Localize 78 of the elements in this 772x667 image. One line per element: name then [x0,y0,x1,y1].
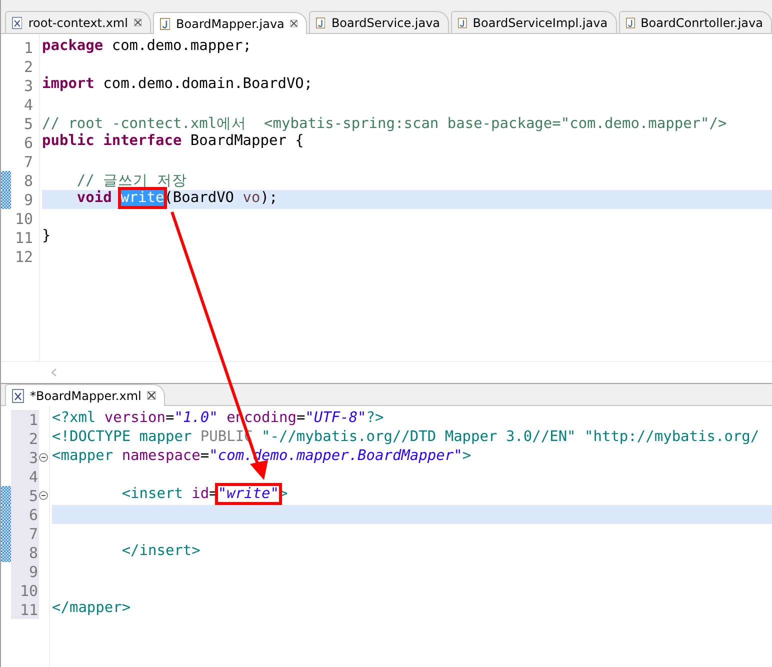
editor-tab[interactable]: BoardService.java [309,11,450,33]
code-text: BoardMapper { [189,133,304,149]
code-text: ); [260,190,278,206]
code-text: ?> [366,410,384,426]
close-icon[interactable] [134,18,142,27]
line-number: 1 [28,410,38,428]
code-text: > [462,448,472,464]
tab-label: root-context.xml [28,16,128,30]
code-text: (BoardVO [164,190,234,206]
editor-tab[interactable]: root-context.xml [5,11,151,33]
tab-label: BoardService.java [331,16,440,30]
code-text: // 글쓰기 저장 [76,173,187,189]
java-file-icon [626,16,635,30]
line-number: 5 [24,114,33,132]
line-number: 3 [28,448,38,466]
code-text: </insert> [122,543,200,559]
tab-label: *BoardMapper.xml [30,388,142,402]
line-number: 4 [24,96,33,114]
tab-label: BoardServiceImpl.java [472,16,608,30]
line-number: 2 [28,430,38,448]
code-text: "1.0" [174,410,218,426]
code-text: com.demo.mapper; [110,38,252,54]
code-text: <!DOCTYPE mapper [52,429,192,445]
code-text: vo [242,190,260,206]
code-text: "UTF-8" [305,410,366,426]
tab-label: BoardMapper.java [176,16,284,30]
code-text: com.demo.domain.BoardVO; [102,76,313,92]
line-number: 8 [28,544,38,562]
java-file-icon [160,16,170,30]
code-text: <mapper [52,448,114,464]
close-icon[interactable] [290,19,298,28]
collapse-icon[interactable] [39,491,48,500]
code-text: = [296,410,306,426]
line-number: 11 [14,228,33,246]
line-number: 10 [20,582,38,600]
line-number: 2 [24,58,33,76]
editor-tab[interactable]: BoardServiceImpl.java [451,11,617,33]
code-text: version [104,410,166,426]
editor-tab[interactable]: BoardConrtoller.java [618,11,772,33]
highlighted-code: write [120,190,164,206]
close-icon[interactable] [147,391,156,400]
line-number: 7 [28,524,38,542]
code-text: } [42,228,51,244]
line-number: 3 [24,76,33,94]
collapse-icon[interactable] [39,453,48,462]
code-text: package [42,38,104,54]
code-text: import [42,76,94,92]
code-text: "-//mybatis.org//DTD Mapper 3.0//EN" "http://mybatis.org/ [262,429,760,445]
code-text: <?xml [52,410,96,426]
line-number: 6 [24,134,33,152]
xml-file-icon [12,388,24,402]
code-text: </mapper> [52,600,131,616]
line-number: 10 [14,210,33,228]
code-text: = [200,448,210,464]
line-number: 9 [28,562,38,580]
code-text: // root -contect.xml에서 <mybatis-spring:scan base-package="com.demo.mapper"/> [42,116,727,132]
java-file-icon [458,16,467,30]
code-text: void [76,190,112,206]
code-text: public interface [42,133,182,149]
code-text: id [192,486,210,502]
line-number: 4 [28,468,38,486]
editor-tab[interactable]: BoardMapper.java [152,12,308,34]
line-number: 1 [24,38,33,56]
code-text: <insert [122,486,183,502]
editor-tab[interactable]: *BoardMapper.xml [5,384,166,406]
line-number: 9 [24,190,33,208]
line-number: 11 [20,600,38,618]
code-text: namespace [122,448,200,464]
java-file-icon [316,16,326,30]
line-number: 7 [24,152,33,170]
tab-label: BoardConrtoller.java [640,16,763,30]
line-number: 8 [24,172,33,190]
code-text: = [165,410,174,426]
highlighted-code: "write" [218,486,279,502]
line-number: 12 [14,248,33,266]
line-number: 6 [28,506,38,524]
line-number: 5 [28,486,38,504]
xml-file-icon [12,16,22,30]
